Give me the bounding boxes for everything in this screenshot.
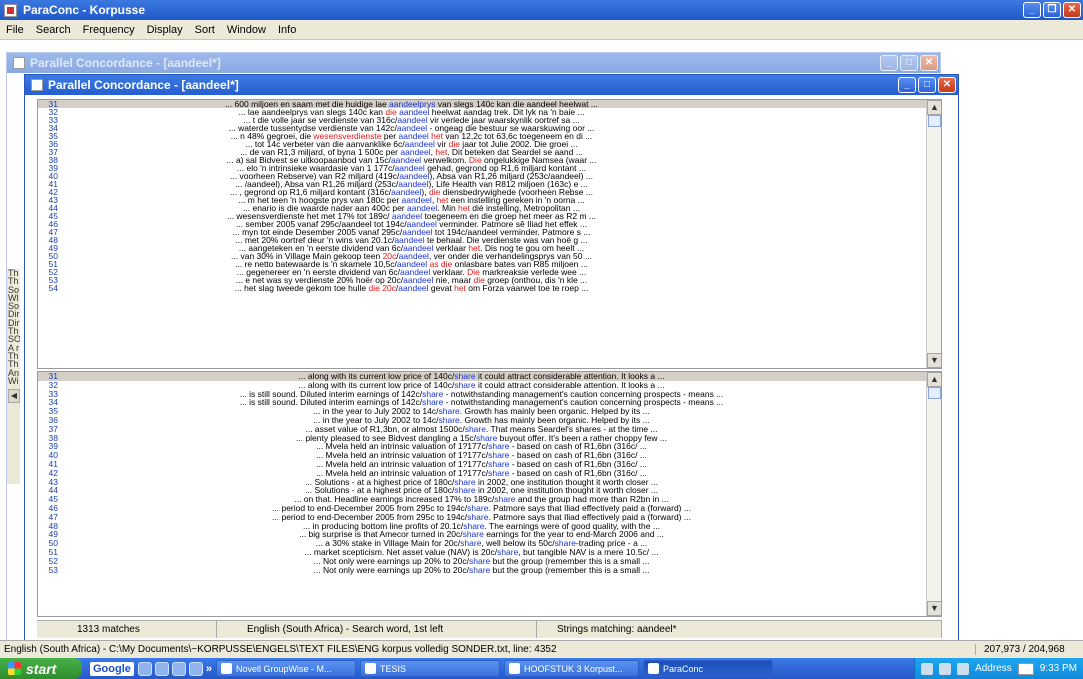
background-text-fragment: Th Th So Wl So Dir Dir Th SO A r Th Th An Wi [8,269,20,386]
windows-logo-icon [8,662,21,675]
target-pane-scrollbar[interactable]: ▲ ▼ [926,372,941,616]
background-window-title-bar[interactable]: Parallel Concordance - [aandeel*] _ □ ✕ [7,53,940,73]
collocate-highlight: 20c [382,282,396,293]
minimize-button[interactable]: _ [898,77,916,93]
taskbar-item-label: HOOFSTUK 3 Korpust... [524,663,623,674]
status-message: English (South Africa) - C:\My Documents… [4,644,557,655]
restore-button[interactable]: ❐ [1043,2,1061,18]
menu-sort[interactable]: Sort [195,24,215,36]
document-icon [13,57,25,69]
close-button[interactable]: ✕ [920,55,938,71]
word-document-icon [509,663,521,674]
window-title: Parallel Concordance - [aandeel*] [48,78,239,92]
window-controls: _ □ ✕ [898,77,956,93]
maximize-button[interactable]: □ [900,55,918,71]
taskbar-item-tesis[interactable]: TESIS [360,660,501,677]
close-button[interactable]: ✕ [938,77,956,93]
app-status-bar: English (South Africa) - C:\My Documents… [0,640,1083,658]
search-keyword: aandeel [398,282,429,293]
taskbar-item-label: ParaConc [663,663,704,674]
taskbar-item-label: Novell GroupWise - M... [236,663,332,674]
source-row[interactable]: 54 ... het slag tweede gekom toe hulle di… [38,282,941,293]
address-label: Address [975,663,1012,674]
app-title-bar[interactable]: ParaConc - Korpusse _ ❐ ✕ [0,0,1083,20]
minimize-button[interactable]: _ [1023,2,1041,18]
quicklaunch-media-icon[interactable] [171,661,186,676]
concordance-line: ... Not only were earnings up 20% to 20c… [313,564,650,575]
quicklaunch-misc-icon[interactable] [188,661,203,676]
quicklaunch-more-chevron[interactable]: » [206,663,212,675]
menu-frequency[interactable]: Frequency [83,24,135,36]
system-tray: Address 9:33 PM [914,658,1083,679]
source-concordance-pane[interactable]: 31... 600 miljoen en saam met die huidig… [37,99,942,369]
collocate-highlight: het [454,282,466,293]
strings-matching-info: Strings matching: aandeel* [537,621,942,638]
source-pane-scrollbar[interactable]: ▲ ▼ [926,100,941,368]
tray-help-icon[interactable] [957,662,970,675]
tray-app-icon[interactable] [939,662,952,675]
menu-file[interactable]: File [6,24,24,36]
app-window-controls: _ ❐ ✕ [1023,2,1081,18]
start-label: start [26,660,57,677]
search-keyword: share [468,564,491,575]
scroll-up-icon[interactable]: ▲ [927,100,941,115]
document-icon [31,79,43,91]
mdi-workspace: Parallel Concordance - [aandeel*] _ □ ✕ … [0,40,1083,656]
clock: 9:33 PM [1039,663,1077,674]
tray-network-icon[interactable] [921,662,934,675]
quick-launch: Google » [90,661,212,676]
match-count: 1313 matches [37,621,217,638]
quicklaunch-app-icon[interactable] [154,661,169,676]
paraconc-app-icon [4,3,17,17]
address-input[interactable] [1017,662,1034,675]
taskbar-item-label: TESIS [380,663,407,674]
status-position: 207,973 / 204,968 [975,644,1083,655]
target-row[interactable]: 53 ... Not only were earnings up 20% to 2… [38,564,941,575]
menu-info[interactable]: Info [278,24,296,36]
maximize-button[interactable]: □ [918,77,936,93]
collocate-highlight: die [368,282,380,293]
windows-taskbar: start Google » Novell GroupWise - M... T… [0,658,1083,679]
scroll-thumb[interactable] [928,115,941,127]
menu-search[interactable]: Search [36,24,71,36]
google-toolbar-button[interactable]: Google [90,661,134,676]
groupwise-icon [221,663,233,674]
background-text-strip: Th Th So Wl So Dir Dir Th SO A r Th Th An Wi ◀ [7,269,20,484]
background-window-controls: _ □ ✕ [880,55,938,71]
start-button[interactable]: start [0,658,82,679]
app-title: ParaConc - Korpusse [23,3,146,17]
menu-display[interactable]: Display [147,24,183,36]
menu-bar: File Search Frequency Display Sort Windo… [0,20,1083,40]
target-concordance-list: 31... along with its current low price o… [38,372,941,574]
concordance-status-bar: 1313 matches English (South Africa) - Se… [37,620,942,638]
target-concordance-pane[interactable]: 31... along with its current low price o… [37,371,942,617]
line-number: 53 [48,564,58,575]
window-title-bar[interactable]: Parallel Concordance - [aandeel*] _ □ ✕ [25,75,958,95]
source-concordance-list: 31... 600 miljoen en saam met die huidig… [38,100,941,292]
close-button[interactable]: ✕ [1063,2,1081,18]
folder-icon [365,663,377,674]
paraconc-icon [648,663,660,674]
parallel-concordance-window[interactable]: Parallel Concordance - [aandeel*] _ □ ✕ … [24,74,959,656]
scroll-down-icon[interactable]: ▼ [927,353,941,368]
search-language-info: English (South Africa) - Search word, 1s… [217,621,537,638]
minimize-button[interactable]: _ [880,55,898,71]
background-window-title: Parallel Concordance - [aandeel*] [30,56,221,70]
taskbar-item-paraconc[interactable]: ParaConc [643,660,774,677]
menu-window[interactable]: Window [227,24,266,36]
scroll-up-icon[interactable]: ▲ [927,372,941,387]
line-number: 54 [48,282,58,293]
taskbar-item-groupwise[interactable]: Novell GroupWise - M... [216,660,357,677]
taskbar-item-hoofstuk[interactable]: HOOFSTUK 3 Korpust... [504,660,640,677]
scroll-thumb[interactable] [928,387,941,399]
concordance-line: ... het slag tweede gekom toe hulle die … [234,282,589,293]
scroll-down-icon[interactable]: ▼ [927,601,941,616]
scroll-left-icon[interactable]: ◀ [8,389,20,404]
quicklaunch-browser-icon[interactable] [137,661,152,676]
